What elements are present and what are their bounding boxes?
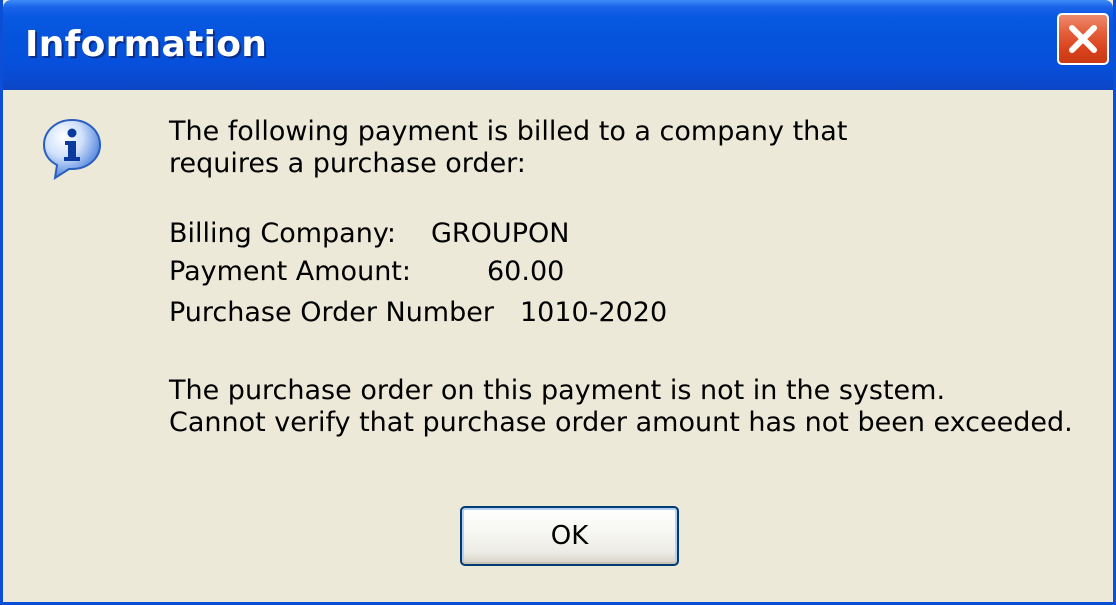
info-icon: [42, 118, 102, 181]
billing-company-label: Billing Company:: [169, 218, 396, 249]
message-text: The following payment is billed to a com…: [169, 116, 1073, 439]
window-title: Information: [25, 24, 268, 65]
billing-company-value: GROUPON: [431, 218, 570, 249]
ok-button[interactable]: OK: [460, 506, 679, 566]
purchase-order-label: Purchase Order Number: [169, 297, 494, 328]
payment-amount-value: 60.00: [487, 256, 565, 287]
close-button[interactable]: [1057, 13, 1109, 65]
billing-company-row: Billing Company: GROUPON: [169, 218, 1073, 256]
information-dialog: Information The following payment is bil…: [0, 0, 1116, 605]
payment-amount-label: Payment Amount:: [169, 256, 411, 287]
title-bar[interactable]: Information: [3, 0, 1113, 90]
intro-line-2: requires a purchase order:: [169, 148, 526, 179]
warning-line-1: The purchase order on this payment is no…: [169, 375, 946, 406]
warning-line-2: Cannot verify that purchase order amount…: [169, 407, 1073, 438]
payment-amount-row: Payment Amount: 60.00: [169, 256, 1073, 297]
dialog-body: The following payment is billed to a com…: [3, 90, 1113, 602]
purchase-order-row: Purchase Order Number 1010-2020: [169, 297, 1073, 335]
purchase-order-value: 1010-2020: [520, 297, 668, 328]
intro-line-1: The following payment is billed to a com…: [169, 116, 848, 147]
close-icon: [1069, 25, 1097, 53]
